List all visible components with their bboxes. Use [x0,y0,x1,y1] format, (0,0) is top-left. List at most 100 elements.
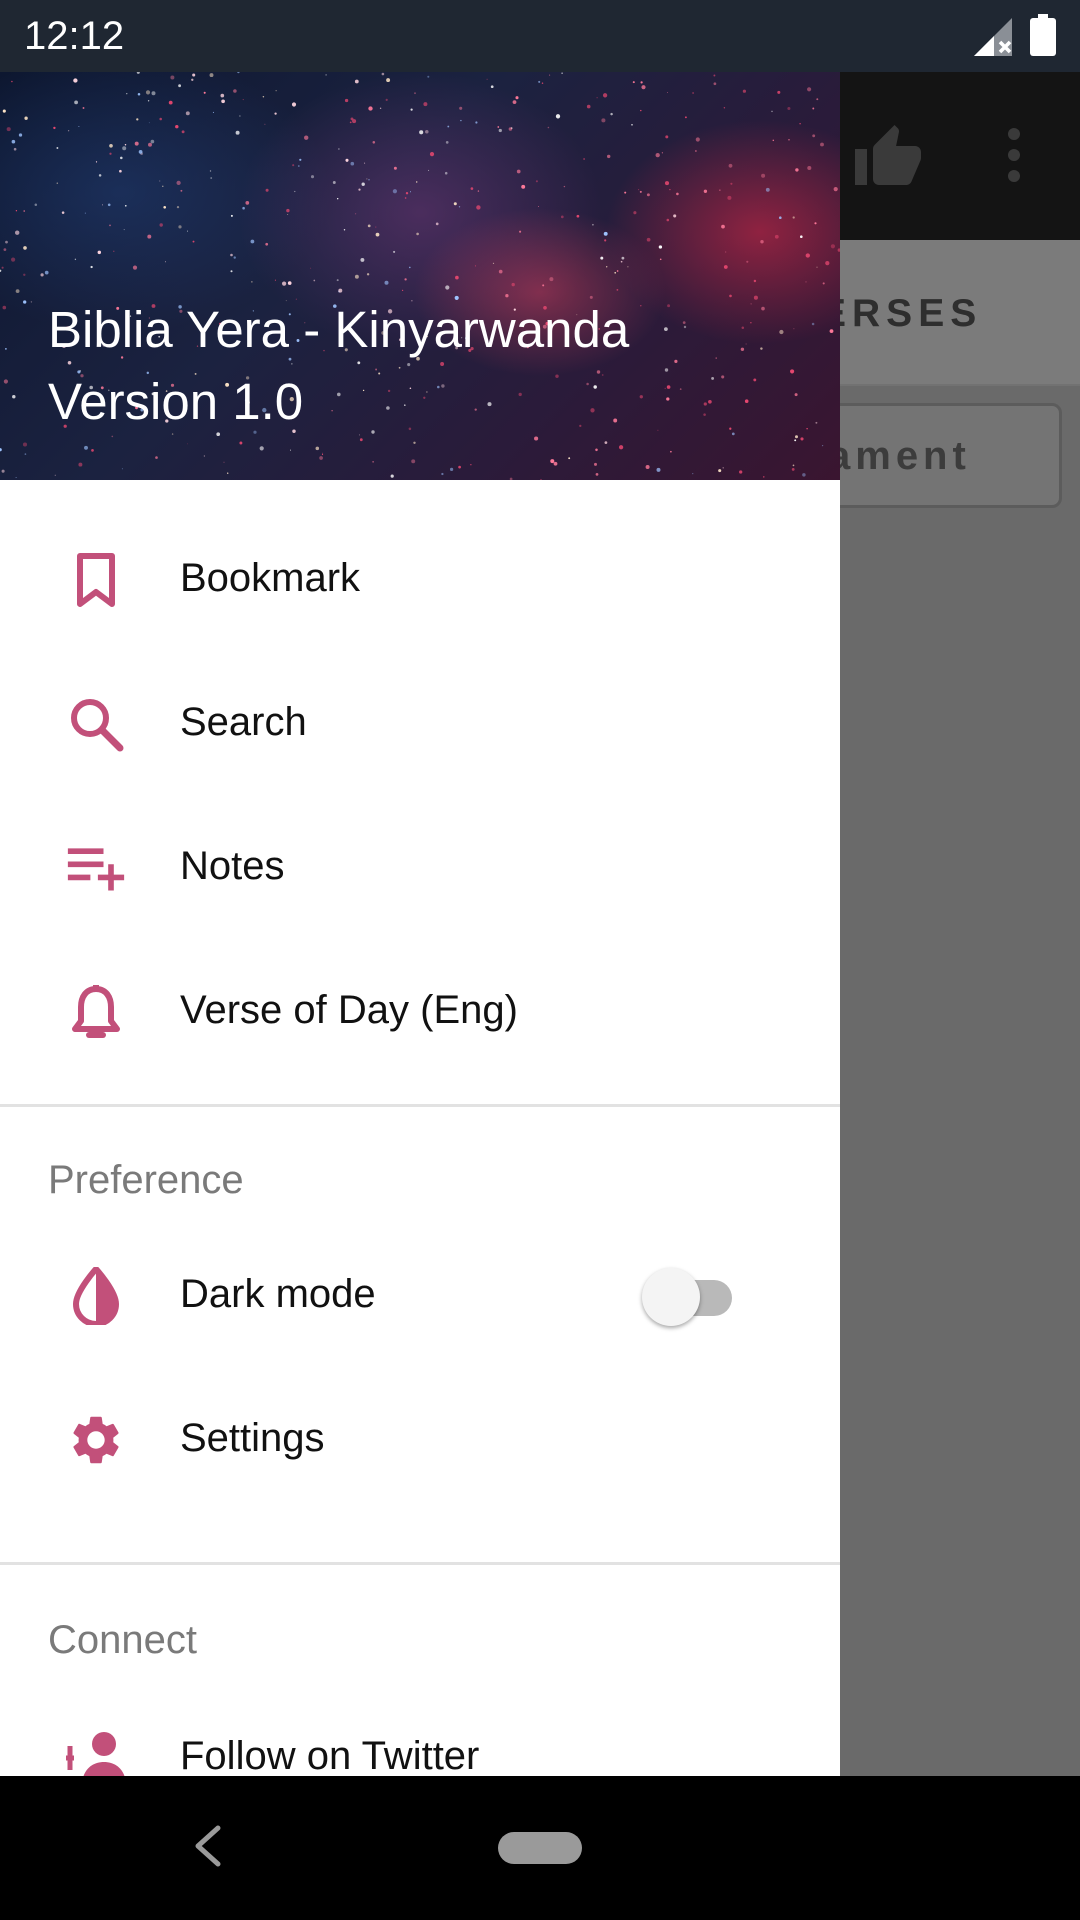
playlist-add-icon [66,838,126,898]
star [281,281,287,286]
star [666,397,670,401]
star [3,379,8,384]
status-time: 12:12 [24,14,125,58]
star [192,73,196,77]
star [670,450,672,453]
star [774,234,779,239]
star [136,118,139,121]
star [366,178,368,180]
star [429,152,435,157]
star [595,448,598,452]
star [3,248,7,251]
star [661,152,663,154]
menu-item-notes[interactable]: Notes [0,794,840,938]
star [344,98,349,103]
star [325,74,327,76]
bell-icon [66,982,126,1042]
star [490,85,494,89]
star [95,161,98,163]
star [124,143,127,146]
star [292,164,295,167]
menu-item-label: Search [180,700,307,744]
star [795,435,798,439]
star [477,190,480,192]
star [210,177,213,179]
star [741,326,745,330]
star [592,223,594,226]
star [750,303,752,305]
star [245,201,250,205]
menu-item-twitter[interactable]: Follow on Twitter [0,1684,840,1776]
star [666,218,670,222]
star [815,421,818,424]
star [535,180,538,183]
star [760,347,763,350]
star [384,280,389,285]
star [821,444,824,447]
star [354,213,357,215]
star [708,399,712,404]
star [358,188,361,191]
back-icon[interactable] [190,1824,226,1868]
star [375,226,377,228]
star [122,146,127,151]
star [15,210,18,212]
star [692,473,694,475]
star [262,95,265,98]
star [392,189,398,194]
menu-item-bookmark[interactable]: Bookmark [0,506,840,650]
star [445,285,450,290]
star [23,246,27,250]
menu-item-settings[interactable]: Settings [0,1366,840,1510]
star [729,427,732,430]
star [354,79,359,84]
star [416,232,419,236]
menu-item-dark-mode[interactable]: Dark mode [0,1222,840,1366]
star [676,192,679,196]
star [239,441,243,445]
star [807,87,812,92]
star [669,188,671,191]
star [168,100,173,105]
star [596,97,598,99]
system-nav-bar [0,1776,1080,1920]
dark-mode-toggle[interactable] [642,1268,742,1326]
star [310,267,312,269]
star [542,284,545,287]
star [350,161,355,166]
search-icon [66,694,126,754]
star [2,109,6,113]
menu-item-verse-of-day[interactable]: Verse of Day (Eng) [0,938,840,1082]
home-pill[interactable] [498,1832,582,1864]
star [492,262,495,265]
star [78,462,83,467]
star [553,461,558,466]
star [740,347,745,351]
star [372,461,374,463]
star [541,82,544,84]
star [147,234,152,239]
star [209,73,214,78]
contrast-icon [66,1266,126,1326]
star [359,438,363,442]
menu-item-search[interactable]: Search [0,650,840,794]
star [814,222,817,225]
star [1,469,5,473]
star [447,125,450,128]
star [34,203,38,206]
star [458,465,461,469]
star [624,191,627,194]
star [23,273,26,276]
star [332,181,336,184]
star [187,230,188,232]
star [521,184,526,189]
star [812,107,815,110]
star [364,162,366,164]
star [313,279,316,282]
star [423,102,428,107]
star [739,470,743,474]
star [61,211,65,214]
star [601,118,606,123]
star [124,204,127,207]
status-bar: 12:12 [0,0,1080,72]
